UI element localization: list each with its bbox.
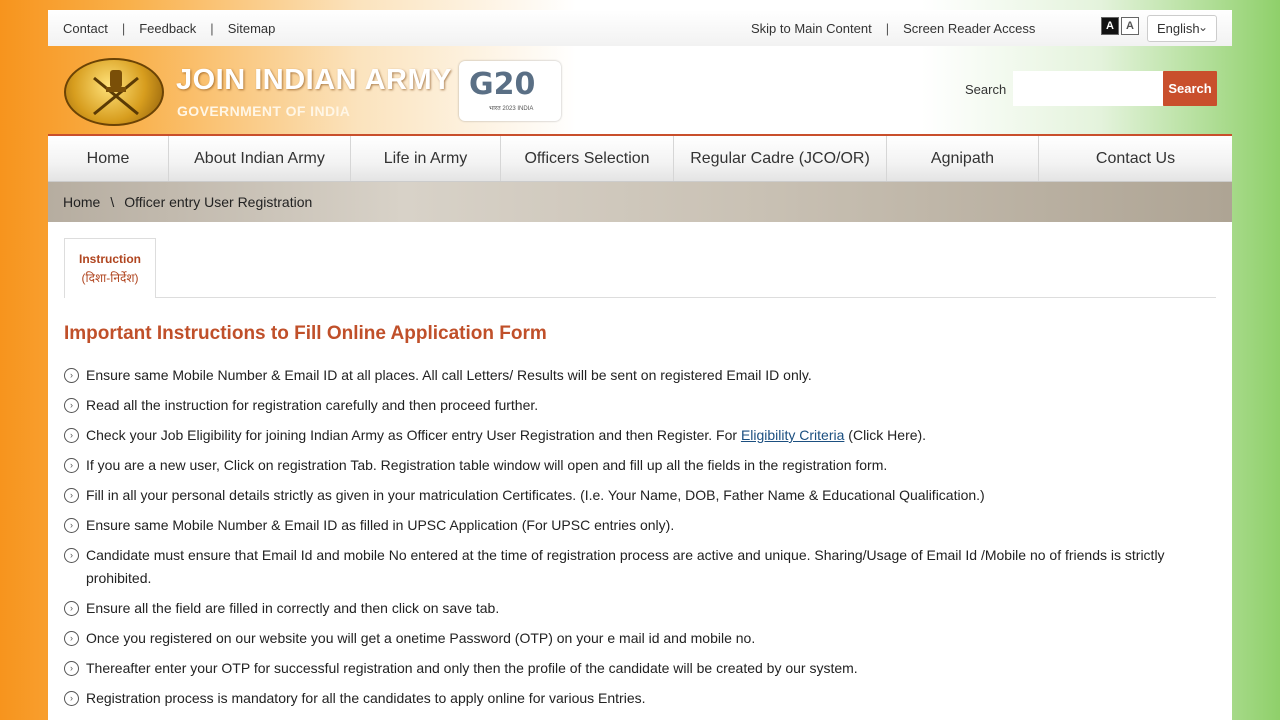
- list-item: › Read all the instruction for registrati…: [64, 394, 1214, 417]
- instruction-text: Check your Job Eligibility for joining I…: [86, 427, 741, 443]
- language-select[interactable]: English ⌄: [1147, 15, 1217, 42]
- chevron-circle-icon: ›: [64, 661, 79, 676]
- chevron-circle-icon: ›: [64, 548, 79, 563]
- tab-instruction-label: Instruction: [79, 252, 141, 266]
- light-contrast-button[interactable]: A: [1121, 17, 1139, 35]
- national-emblem-logo[interactable]: [64, 58, 164, 126]
- chevron-circle-icon: ›: [64, 398, 79, 413]
- chevron-circle-icon: ›: [64, 691, 79, 706]
- g20-logo-text: G20: [469, 67, 536, 102]
- separator: |: [121, 20, 126, 36]
- contact-link[interactable]: Contact: [63, 21, 108, 36]
- instruction-list: › Ensure same Mobile Number & Email ID at…: [64, 364, 1214, 717]
- list-item: › Check your Job Eligibility for joining …: [64, 424, 1214, 447]
- chevron-down-icon: ⌄: [1197, 20, 1208, 34]
- chevron-circle-icon: ›: [64, 601, 79, 616]
- site-title: JOIN INDIAN ARMY: [176, 64, 452, 96]
- list-item: › Registration process is mandatory for a…: [64, 687, 1214, 710]
- instruction-text: Registration process is mandatory for al…: [86, 690, 646, 706]
- search-input[interactable]: [1013, 71, 1163, 106]
- instruction-text: Read all the instruction for registratio…: [86, 397, 539, 413]
- utility-bar: Contact | Feedback | Sitemap Skip to Mai…: [48, 10, 1232, 46]
- accessibility-links: Skip to Main Content | Screen Reader Acc…: [751, 21, 1035, 36]
- language-value: English: [1157, 21, 1200, 36]
- sitemap-link[interactable]: Sitemap: [228, 21, 276, 36]
- page-title: Important Instructions to Fill Online Ap…: [64, 323, 547, 344]
- screen-reader-access-link[interactable]: Screen Reader Access: [903, 21, 1035, 36]
- font-contrast-toggles: A A: [1101, 17, 1139, 35]
- tab-instruction-hindi-label: (दिशा-निर्देश): [81, 271, 139, 285]
- breadcrumb-home-link[interactable]: Home: [63, 194, 100, 210]
- breadcrumb: Home \ Officer entry User Registration: [48, 182, 1232, 222]
- search-button[interactable]: Search: [1163, 71, 1217, 106]
- dark-contrast-button[interactable]: A: [1101, 17, 1119, 35]
- list-item: › Thereafter enter your OTP for successfu…: [64, 657, 1214, 680]
- instruction-text: If you are a new user, Click on registra…: [86, 457, 888, 473]
- site-header: JOIN INDIAN ARMY GOVERNMENT OF INDIA G20…: [48, 46, 1232, 134]
- search-label: Search: [965, 82, 1007, 97]
- chevron-circle-icon: ›: [64, 631, 79, 646]
- nav-item-contact-us[interactable]: Contact Us: [1039, 136, 1232, 181]
- chevron-circle-icon: ›: [64, 368, 79, 383]
- nav-item-agnipath[interactable]: Agnipath: [887, 136, 1039, 181]
- eligibility-criteria-link[interactable]: Eligibility Criteria: [741, 427, 844, 443]
- instruction-text: Ensure same Mobile Number & Email ID at …: [86, 367, 812, 383]
- main-content: Instruction (दिशा-निर्देश) Important Ins…: [48, 222, 1232, 720]
- tab-instruction[interactable]: Instruction (दिशा-निर्देश): [64, 238, 156, 298]
- g20-caption: भारत 2023 INDIA: [489, 106, 534, 112]
- instruction-text: Once you registered on our website you w…: [86, 630, 756, 646]
- breadcrumb-separator: \: [110, 194, 115, 210]
- separator: |: [210, 20, 214, 36]
- list-item: › Ensure same Mobile Number & Email ID at…: [64, 364, 1214, 387]
- instruction-text: Ensure same Mobile Number & Email ID as …: [86, 517, 675, 533]
- list-item: › Ensure all the field are filled in corr…: [64, 597, 1214, 620]
- chevron-circle-icon: ›: [64, 458, 79, 473]
- main-nav: Home About Indian Army Life in Army Offi…: [48, 134, 1232, 182]
- nav-item-regular-cadre[interactable]: Regular Cadre (JCO/OR): [674, 136, 887, 181]
- chevron-circle-icon: ›: [64, 518, 79, 533]
- instruction-text: Thereafter enter your OTP for successful…: [86, 660, 858, 676]
- chevron-circle-icon: ›: [64, 428, 79, 443]
- site-subtitle: GOVERNMENT OF INDIA: [177, 103, 351, 119]
- separator: |: [885, 20, 890, 36]
- list-item: › Once you registered on our website you …: [64, 627, 1214, 650]
- g20-logo: G20 भारत 2023 INDIA: [459, 61, 561, 121]
- list-item: › If you are a new user, Click on registr…: [64, 454, 1214, 477]
- breadcrumb-current: Officer entry User Registration: [124, 194, 313, 210]
- chevron-circle-icon: ›: [64, 488, 79, 503]
- page: Contact | Feedback | Sitemap Skip to Mai…: [48, 0, 1232, 720]
- instruction-text: (Click Here).: [844, 427, 927, 443]
- nav-item-home[interactable]: Home: [48, 136, 169, 181]
- instruction-text: Ensure all the field are filled in corre…: [86, 600, 500, 616]
- nav-item-officers-selection[interactable]: Officers Selection: [501, 136, 674, 181]
- nav-item-about-indian-army[interactable]: About Indian Army: [169, 136, 351, 181]
- feedback-link[interactable]: Feedback: [139, 21, 196, 36]
- skip-to-main-content-link[interactable]: Skip to Main Content: [751, 21, 872, 36]
- list-item: › Fill in all your personal details stric…: [64, 484, 1214, 507]
- instruction-text: Candidate must ensure that Email Id and …: [86, 547, 1165, 586]
- instruction-text: Fill in all your personal details strict…: [86, 487, 985, 503]
- tab-divider: [156, 297, 1216, 298]
- list-item: › Ensure same Mobile Number & Email ID as…: [64, 514, 1214, 537]
- list-item: › Candidate must ensure that Email Id and…: [64, 544, 1214, 590]
- utility-links: Contact | Feedback | Sitemap: [48, 21, 275, 36]
- nav-item-life-in-army[interactable]: Life in Army: [351, 136, 501, 181]
